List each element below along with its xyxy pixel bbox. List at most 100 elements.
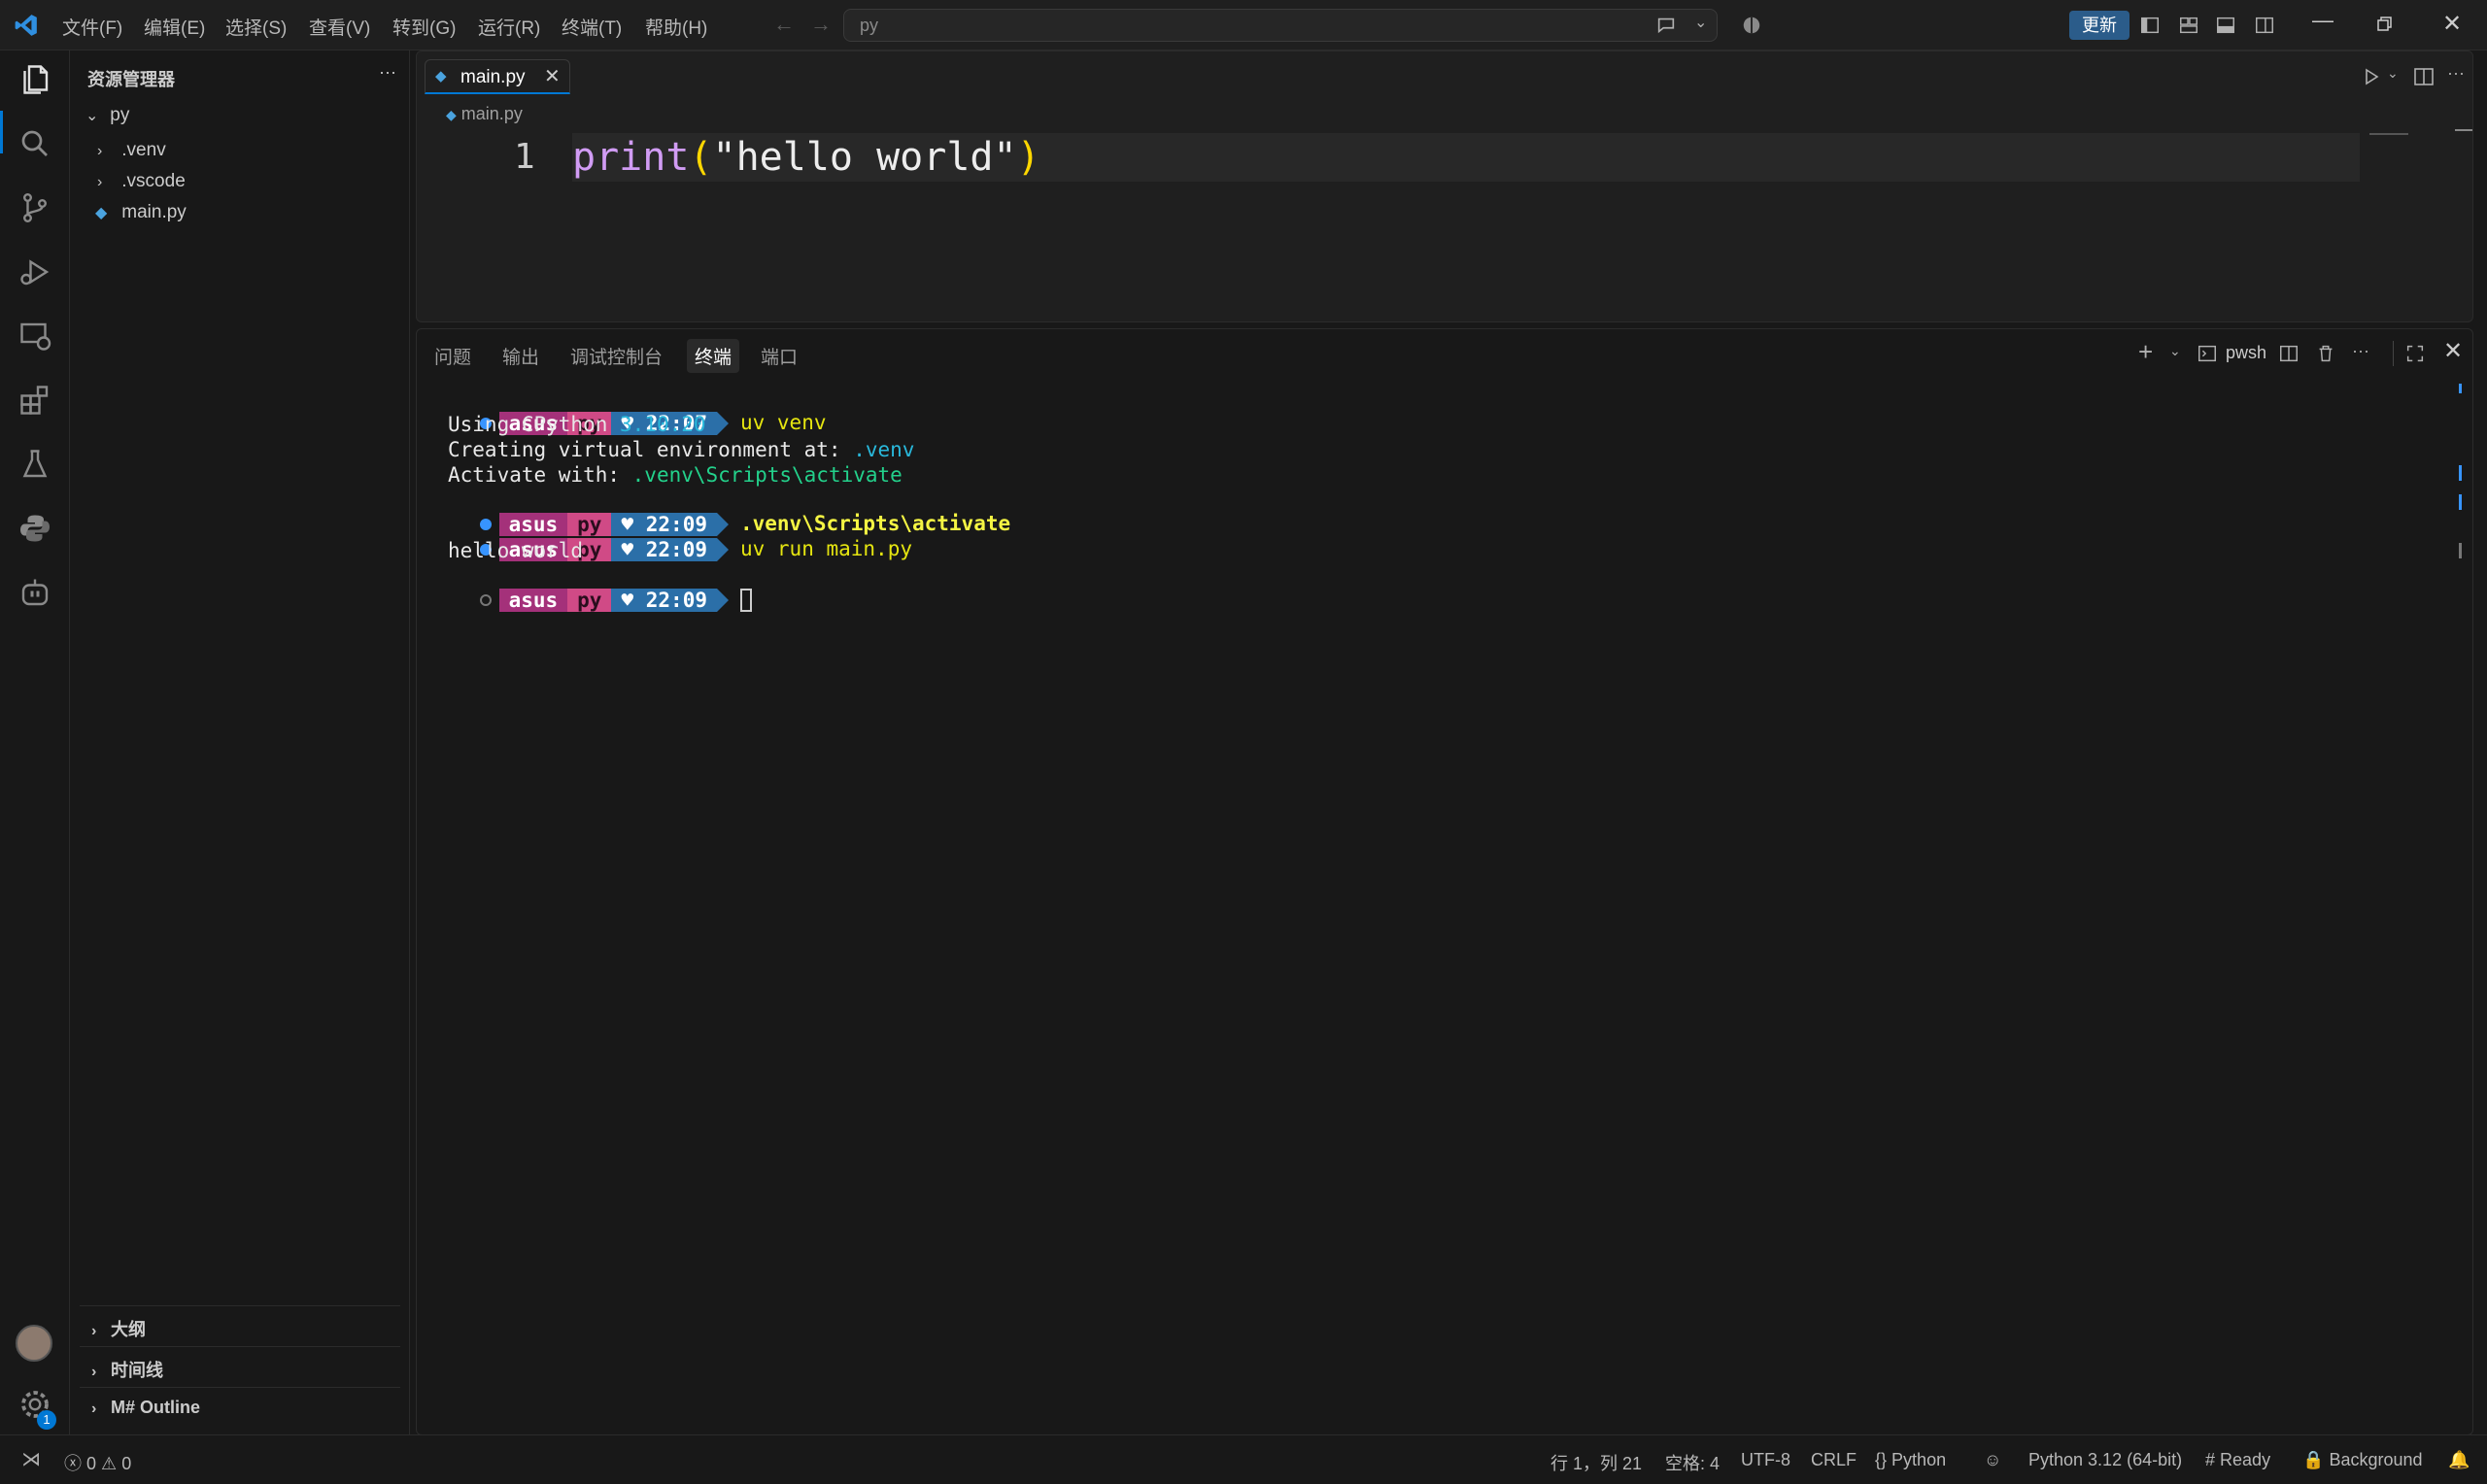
explorer-icon[interactable] [17, 62, 52, 97]
command-center-search[interactable]: py [843, 9, 1718, 42]
tree-label: py [110, 105, 130, 125]
breadcrumb[interactable]: ◆ main.py [446, 104, 523, 124]
prompt-dir: py [567, 589, 612, 612]
heart-icon: ♥ [621, 589, 634, 612]
code-paren-close: ) [1016, 135, 1040, 180]
sidebar-more-icon[interactable]: ··· [379, 62, 396, 83]
editor-more-icon[interactable]: ··· [2447, 63, 2465, 84]
maximize-panel-icon[interactable] [2404, 343, 2426, 364]
python-icon[interactable] [17, 511, 52, 546]
tab-terminal[interactable]: 终端 [687, 339, 740, 373]
account-avatar[interactable] [16, 1325, 52, 1362]
scrollbar-marker [2459, 465, 2462, 481]
problems-status[interactable]: ⓧ 0 ⚠ 0 [64, 1450, 131, 1475]
menu-view[interactable]: 查看(V) [309, 14, 370, 40]
vscode-logo-icon [15, 15, 37, 36]
split-terminal-icon[interactable] [2278, 343, 2300, 364]
scrollbar-marker [2459, 494, 2462, 510]
section-markdown-outline[interactable]: › M# Outline [80, 1387, 400, 1426]
tree-label: .vscode [121, 171, 186, 191]
tree-folder-vscode[interactable]: › .vscode [70, 171, 410, 202]
terminal-shell-label[interactable]: pwsh [2226, 343, 2266, 363]
update-button[interactable]: 更新 [2069, 11, 2129, 40]
toggle-primary-sidebar-icon[interactable] [2139, 15, 2161, 36]
accounts-shield-icon[interactable] [1741, 15, 1762, 36]
ready-status[interactable]: # Ready [2205, 1450, 2270, 1470]
toggle-panel-icon[interactable] [2215, 15, 2236, 36]
terminal-command: uv venv [739, 411, 827, 434]
end-of-line[interactable]: CRLF [1811, 1450, 1857, 1470]
remote-indicator-icon[interactable]: ⋊ [21, 1447, 41, 1471]
command-center-text: py [860, 16, 879, 35]
section-outline[interactable]: › 大纲 [80, 1305, 400, 1344]
language-mode[interactable]: {} Python [1875, 1450, 1946, 1470]
menu-run[interactable]: 运行(R) [478, 14, 540, 40]
tree-folder-venv[interactable]: › .venv [70, 140, 410, 171]
code-paren-open: ( [689, 135, 713, 180]
terminal-output: hello world [448, 539, 584, 562]
cursor-position[interactable]: 行 1，列 21 [1550, 1450, 1642, 1475]
menu-edit[interactable]: 编辑(E) [144, 14, 205, 40]
tree-file-main-py[interactable]: ◆ main.py [70, 202, 410, 233]
nav-forward-icon[interactable]: → [810, 12, 832, 37]
code-line-1[interactable]: print("hello world") [572, 135, 1040, 180]
chevron-right-icon: › [91, 1323, 97, 1339]
panel-more-icon[interactable]: ··· [2352, 341, 2369, 361]
new-terminal-icon[interactable]: + [2138, 337, 2153, 367]
run-python-file-icon[interactable] [2360, 65, 2383, 88]
section-timeline[interactable]: › 时间线 [80, 1346, 400, 1385]
toggle-secondary-sidebar-icon[interactable] [2254, 15, 2275, 36]
menu-help[interactable]: 帮助(H) [645, 14, 707, 40]
close-panel-icon[interactable]: ✕ [2443, 337, 2463, 365]
terminal-line[interactable]: asus py ♥ 22:09 [430, 564, 752, 612]
code-string: "hello world" [712, 135, 1017, 180]
minimize-icon[interactable]: — [2312, 8, 2334, 33]
chevron-down-icon: ⌄ [85, 108, 99, 124]
editor-area: ◆ main.py ✕ ⌄ ··· ◆ main.py 1 print("hel… [416, 51, 2473, 322]
menu-file[interactable]: 文件(F) [62, 14, 122, 40]
tab-output[interactable]: 输出 [502, 343, 539, 369]
section-label: 大纲 [111, 1320, 146, 1339]
tab-main-py[interactable]: ◆ main.py ✕ [425, 59, 570, 94]
testing-flask-icon[interactable] [17, 447, 52, 482]
hash-icon: # [2205, 1450, 2216, 1469]
tab-close-icon[interactable]: ✕ [544, 64, 561, 88]
search-icon[interactable] [17, 126, 52, 161]
nav-back-icon[interactable]: ← [773, 12, 795, 37]
encoding[interactable]: UTF-8 [1741, 1450, 1790, 1470]
run-debug-icon[interactable] [17, 254, 52, 289]
time-text: 22:09 [645, 589, 707, 612]
tab-problems[interactable]: 问题 [434, 343, 471, 369]
kill-terminal-trash-icon[interactable] [2315, 343, 2336, 364]
close-window-icon[interactable]: ✕ [2442, 10, 2462, 38]
restore-icon[interactable] [2376, 16, 2394, 33]
tab-ports[interactable]: 端口 [761, 343, 798, 369]
chevron-down-icon[interactable]: ⌄ [1694, 13, 1707, 32]
heart-icon: ♥ [621, 538, 634, 561]
extensions-icon[interactable] [17, 383, 52, 418]
customize-layout-icon[interactable] [2178, 15, 2199, 36]
active-indicator [0, 111, 3, 153]
remote-explorer-icon[interactable] [17, 319, 52, 354]
chevron-down-icon[interactable]: ⌄ [2387, 65, 2399, 82]
tree-label: main.py [121, 202, 187, 222]
tree-folder-py[interactable]: ⌄ py [70, 105, 410, 136]
background-status[interactable]: 🔒 Background [2302, 1450, 2423, 1470]
chevron-down-icon[interactable]: ⌄ [2169, 343, 2181, 359]
split-editor-icon[interactable] [2412, 65, 2436, 88]
source-control-icon[interactable] [17, 190, 52, 225]
copilot-chat-icon[interactable] [1655, 15, 1677, 36]
notifications-bell-icon[interactable]: 🔔 [2448, 1450, 2470, 1470]
menu-go[interactable]: 转到(G) [392, 14, 456, 40]
copilot-status-icon[interactable]: ☺ [1984, 1450, 2001, 1470]
menu-selection[interactable]: 选择(S) [225, 14, 287, 40]
menu-terminal[interactable]: 终端(T) [562, 14, 622, 40]
terminal-line: asus py ♥ 22:09 .venv\Scripts\activate [430, 489, 1010, 536]
copilot-robot-icon[interactable] [17, 575, 52, 610]
panel-divider [2393, 341, 2394, 366]
settings-badge: 1 [37, 1410, 56, 1430]
python-interpreter[interactable]: Python 3.12 (64-bit) [2028, 1450, 2182, 1470]
tab-debug-console[interactable]: 调试控制台 [570, 343, 663, 369]
minimap-line [2369, 133, 2408, 135]
indentation[interactable]: 空格: 4 [1665, 1450, 1720, 1475]
